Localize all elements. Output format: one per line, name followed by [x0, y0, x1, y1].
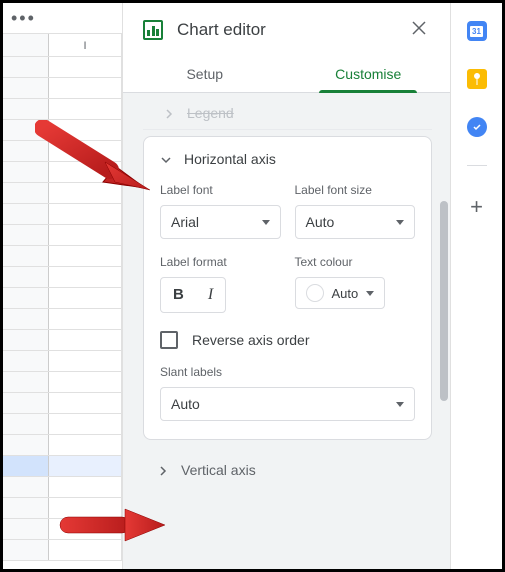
caret-down-icon [366, 291, 374, 296]
tasks-icon[interactable] [467, 117, 487, 137]
toolbar-more[interactable]: ••• [3, 3, 122, 33]
section-legend-collapsed[interactable]: Legend [143, 101, 432, 130]
legend-label: Legend [187, 105, 234, 121]
label-font-size-label: Label font size [295, 183, 416, 197]
caret-down-icon [262, 220, 270, 225]
italic-button[interactable]: I [204, 284, 217, 306]
horizontal-axis-header[interactable]: Horizontal axis [160, 151, 415, 167]
vertical-axis-title: Vertical axis [181, 462, 256, 478]
panel-title: Chart editor [177, 20, 390, 40]
calendar-icon[interactable]: 31 [467, 21, 487, 41]
caret-down-icon [396, 220, 404, 225]
chart-icon [143, 20, 163, 40]
label-font-select[interactable]: Arial [160, 205, 281, 239]
chevron-down-icon [160, 153, 172, 165]
label-font-label: Label font [160, 183, 281, 197]
horizontal-axis-section: Horizontal axis Label font Arial Label f… [143, 136, 432, 440]
column-header-i[interactable]: I [49, 34, 122, 56]
chevron-right-icon [157, 464, 169, 476]
side-panel: 31 + [450, 3, 502, 569]
text-colour-select[interactable]: Auto [295, 277, 386, 309]
label-format-group: B I [160, 277, 226, 313]
label-font-size-select[interactable]: Auto [295, 205, 416, 239]
tabs: Setup Customise [123, 56, 450, 93]
keep-icon[interactable] [467, 69, 487, 89]
slant-labels-select[interactable]: Auto [160, 387, 415, 421]
colour-swatch-icon [306, 284, 324, 302]
close-button[interactable] [404, 15, 434, 44]
scrollbar[interactable] [440, 101, 448, 561]
horizontal-axis-title: Horizontal axis [184, 151, 276, 167]
tab-setup[interactable]: Setup [123, 56, 287, 92]
caret-down-icon [396, 402, 404, 407]
slant-labels-label: Slant labels [160, 365, 415, 379]
bold-button[interactable]: B [169, 284, 188, 306]
divider [467, 165, 487, 166]
chart-editor-panel: Chart editor Setup Customise Legend [123, 3, 450, 569]
tab-customise[interactable]: Customise [287, 56, 451, 92]
chevron-right-icon [163, 107, 175, 119]
reverse-axis-checkbox[interactable]: Reverse axis order [160, 331, 415, 349]
label-format-label: Label format [160, 255, 281, 269]
add-addon-button[interactable]: + [470, 194, 483, 220]
text-colour-label: Text colour [295, 255, 416, 269]
vertical-axis-section[interactable]: Vertical axis [143, 450, 432, 490]
spreadsheet-background: ••• I [3, 3, 123, 569]
checkbox-icon [160, 331, 178, 349]
